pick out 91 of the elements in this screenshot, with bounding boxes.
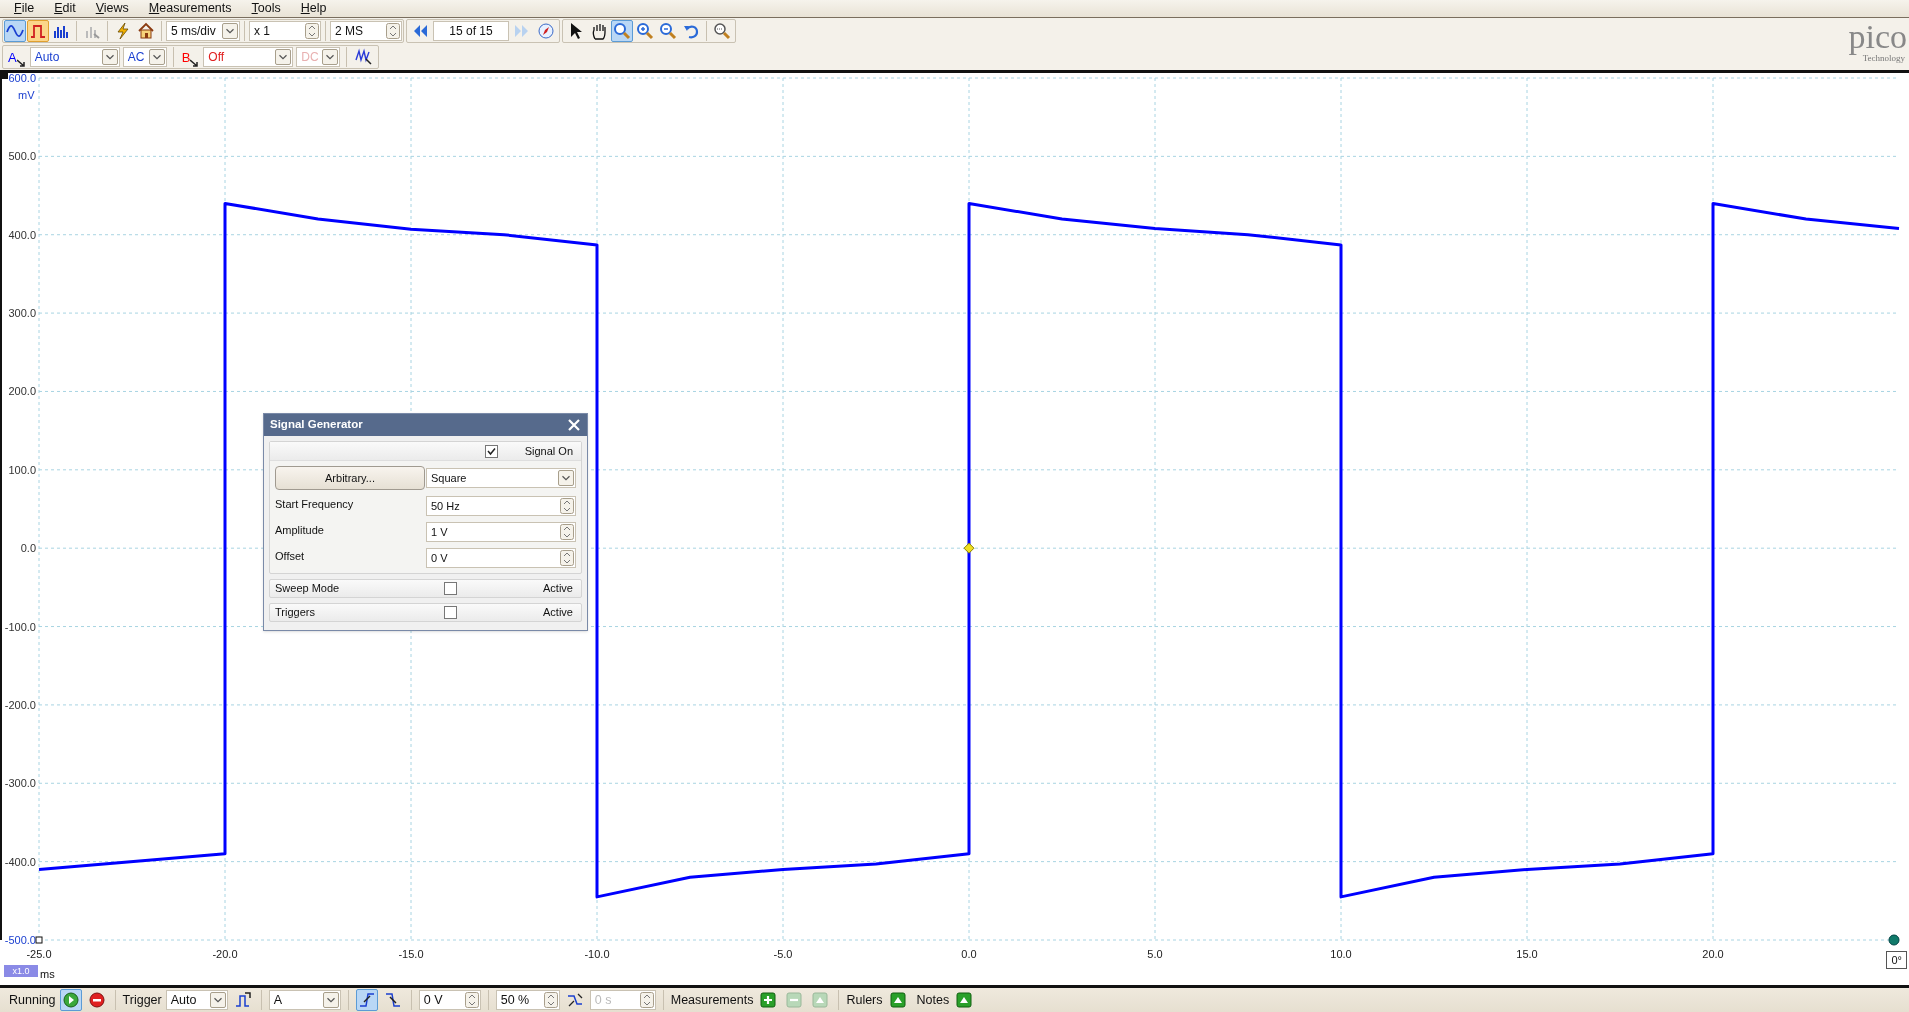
timebase-dropdown[interactable]: 5 ms/div — [166, 21, 240, 41]
value-spinbox[interactable]: 1 V — [426, 522, 576, 542]
threshold-spinbox[interactable]: 0 V — [418, 990, 481, 1010]
play-icon[interactable] — [59, 989, 82, 1011]
y-tick-label: 200.0 — [8, 385, 36, 398]
spinner-arrows-icon[interactable] — [543, 992, 558, 1008]
y-tick-label: 500.0 — [8, 150, 36, 163]
x-tick-label: -5.0 — [773, 948, 793, 960]
spinner-arrows-icon[interactable] — [560, 498, 574, 514]
zoom-in-icon[interactable] — [634, 20, 656, 42]
y-tick-label: 600.0 — [8, 73, 36, 84]
x-tick-label: -10.0 — [584, 948, 610, 960]
persistence-mode-icon[interactable] — [27, 20, 49, 42]
value-spinbox[interactable]: 0 V — [426, 548, 576, 568]
spinner-arrows-icon[interactable] — [305, 23, 319, 39]
rising-edge-icon[interactable] — [355, 989, 378, 1011]
arrow-icon — [190, 59, 199, 67]
y-tick-label: 300.0 — [8, 307, 36, 320]
close-button[interactable] — [567, 418, 581, 432]
x-tick-label: 5.0 — [1147, 948, 1163, 960]
zoom-fit-icon[interactable] — [711, 20, 733, 42]
ruler-handle-icon[interactable] — [1888, 934, 1900, 946]
section-label: Sweep Mode — [275, 581, 341, 597]
rulers-label: Rulers — [846, 991, 883, 1009]
range-dropdown[interactable]: Off — [203, 47, 294, 67]
phase-label: 0° — [1886, 951, 1907, 969]
logo-tagline: Technology — [1862, 53, 1905, 64]
y-unit-label: mV — [18, 88, 35, 103]
scope-mode-icon[interactable] — [4, 20, 26, 42]
scale-handle-icon[interactable] — [35, 936, 43, 944]
dialog-title: Signal Generator — [270, 417, 363, 433]
arbitrary-button[interactable]: Arbitrary... — [275, 466, 425, 490]
measurements-label: Measurements — [670, 991, 754, 1009]
spinner-arrows-icon[interactable] — [560, 550, 574, 566]
y-tick-label: -500.0 — [4, 934, 36, 946]
compass-icon[interactable] — [535, 20, 557, 42]
x-unit-label: ms — [40, 967, 55, 982]
active-label: Active — [543, 581, 573, 597]
menu-item[interactable]: Views — [95, 0, 129, 18]
range-dropdown[interactable]: Auto — [29, 47, 120, 67]
y-tick-label: 0.0 — [20, 542, 36, 555]
value-spinbox[interactable]: 50 Hz — [426, 496, 576, 516]
pre-trigger-spinbox[interactable]: 50 % — [495, 990, 560, 1010]
waveform-dropdown[interactable]: Square — [426, 468, 576, 488]
samples-spinbox[interactable]: 2 MS — [330, 21, 402, 41]
trigger-marker-icon[interactable] — [963, 542, 975, 554]
scale-handle-icon[interactable] — [2, 73, 8, 79]
x-tick-label: 20.0 — [1702, 948, 1724, 960]
checkbox[interactable] — [444, 582, 457, 595]
checkbox[interactable] — [484, 444, 498, 458]
checkbox[interactable] — [444, 606, 457, 619]
trigger-mode-dropdown[interactable]: Auto — [165, 990, 228, 1010]
spinner-arrows-icon[interactable] — [560, 524, 574, 540]
active-label: Active — [543, 605, 573, 621]
signal-on-label: Signal On — [524, 443, 573, 459]
y-tick-label: -100.0 — [4, 620, 36, 633]
x-tick-label: 10.0 — [1330, 948, 1352, 960]
menu-item[interactable]: Measurements — [148, 0, 232, 18]
y-tick-label: -400.0 — [4, 855, 36, 868]
menu-item[interactable]: Tools — [251, 0, 281, 18]
menu-item[interactable]: Help — [300, 0, 327, 18]
x-tick-label: 15.0 — [1516, 948, 1538, 960]
y-tick-label: -200.0 — [4, 698, 36, 711]
y-tick-label: 100.0 — [8, 463, 36, 476]
x-tick-label: -20.0 — [212, 948, 238, 960]
y-tick-label: -300.0 — [4, 777, 36, 790]
spinner-arrows-icon[interactable] — [464, 992, 479, 1008]
zoom-icon[interactable] — [611, 20, 633, 42]
trigger-source-dropdown[interactable]: A — [268, 990, 341, 1010]
menu-item[interactable]: File — [14, 0, 35, 18]
x-tick-label: -25.0 — [26, 948, 52, 960]
x-tick-label: 0.0 — [961, 948, 977, 960]
y-tick-label: 400.0 — [8, 228, 36, 241]
channel-button[interactable]: B — [179, 47, 201, 67]
zoom-badge: x1.0 — [4, 965, 38, 977]
channel-button[interactable]: A — [6, 47, 27, 67]
coupling-dropdown[interactable]: AC — [122, 47, 167, 67]
section-label: Triggers — [275, 605, 316, 621]
notes-label: Notes — [916, 991, 950, 1009]
field-label: Amplitude — [275, 523, 324, 538]
menu-item[interactable]: Edit — [54, 0, 76, 18]
run-state-label: Running — [9, 991, 56, 1009]
field-label: Offset — [275, 549, 305, 564]
buffer-field[interactable]: 15 of 15 — [433, 21, 509, 41]
zoom-out-icon[interactable] — [657, 20, 679, 42]
zoom-factor-spinbox[interactable]: x 1 — [249, 21, 321, 41]
trigger-label: Trigger — [122, 991, 162, 1009]
field-label: Start Frequency — [275, 497, 354, 512]
x-tick-label: -15.0 — [398, 948, 424, 960]
arrow-icon — [16, 59, 25, 67]
spinner-arrows-icon[interactable] — [386, 23, 400, 39]
